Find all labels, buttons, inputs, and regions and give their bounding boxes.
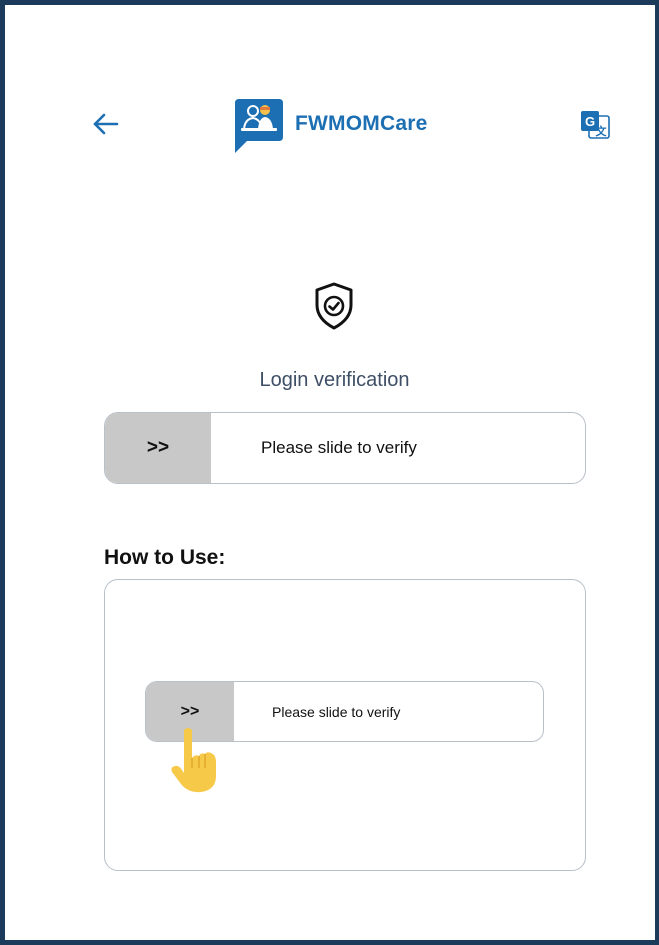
how-to-use-title: How to Use:	[104, 546, 226, 569]
svg-text:文: 文	[596, 124, 608, 138]
app-name: FWMOMCare	[295, 112, 428, 135]
back-arrow-icon[interactable]	[91, 109, 121, 139]
shield-check-icon	[311, 281, 357, 331]
slide-to-verify-slider[interactable]: >> Please slide to verify	[104, 412, 586, 484]
demo-slider-label: Please slide to verify	[272, 703, 401, 720]
slider-handle[interactable]: >>	[105, 413, 211, 483]
svg-text:G: G	[585, 114, 595, 129]
pointing-hand-icon	[168, 724, 224, 796]
login-verification-title: Login verification	[259, 369, 410, 391]
google-translate-icon[interactable]: G 文	[579, 109, 611, 141]
app-logo: FWMOMCare	[233, 99, 427, 153]
fwmomcare-logo-icon	[235, 99, 283, 153]
slider-label: Please slide to verify	[261, 438, 417, 457]
